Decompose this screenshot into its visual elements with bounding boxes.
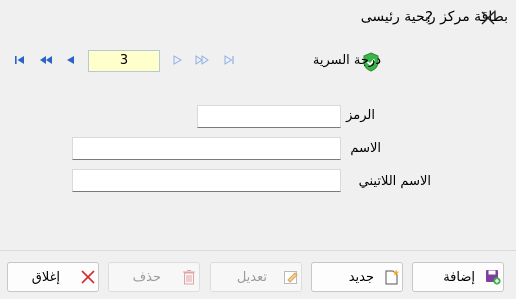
close-button[interactable]: إغلاق: [7, 262, 99, 292]
edit-button[interactable]: تعديل: [210, 262, 302, 292]
next-page-icon[interactable]: [194, 54, 210, 71]
last-icon[interactable]: [223, 54, 235, 71]
save-add-icon: [485, 269, 501, 285]
add-button-label: إضافة: [443, 270, 475, 285]
add-button[interactable]: إضافة: [412, 262, 504, 292]
latin-name-input[interactable]: [72, 169, 341, 192]
latin-name-label: الاسم اللاتيني: [358, 174, 431, 189]
name-input[interactable]: [72, 137, 341, 160]
help-button[interactable]: ?: [425, 8, 433, 26]
new-button[interactable]: جديد: [311, 262, 403, 292]
close-button-label: إغلاق: [31, 270, 60, 285]
close-icon: [481, 11, 495, 25]
new-button-label: جديد: [348, 270, 374, 285]
title-bar: بطاقة مركز ربحية رئيسى ?: [0, 0, 516, 36]
edit-icon: [283, 269, 299, 285]
security-level-label: درجة السرية: [312, 53, 381, 68]
edit-button-label: تعديل: [236, 270, 267, 285]
delete-button-label: حذف: [132, 270, 161, 285]
first-icon[interactable]: [14, 54, 26, 71]
red-x-icon: [80, 269, 96, 285]
next-icon[interactable]: [172, 54, 184, 71]
prev-icon[interactable]: [64, 54, 76, 71]
code-input[interactable]: [197, 105, 341, 128]
delete-button[interactable]: حذف: [108, 262, 200, 292]
new-document-icon: [384, 269, 400, 285]
code-label: الرمز: [346, 108, 375, 123]
trash-icon: [181, 269, 197, 285]
prev-page-icon[interactable]: [38, 54, 54, 71]
current-record-field[interactable]: 3: [88, 50, 160, 72]
close-window-button[interactable]: [474, 6, 502, 30]
name-label: الاسم: [350, 141, 381, 156]
